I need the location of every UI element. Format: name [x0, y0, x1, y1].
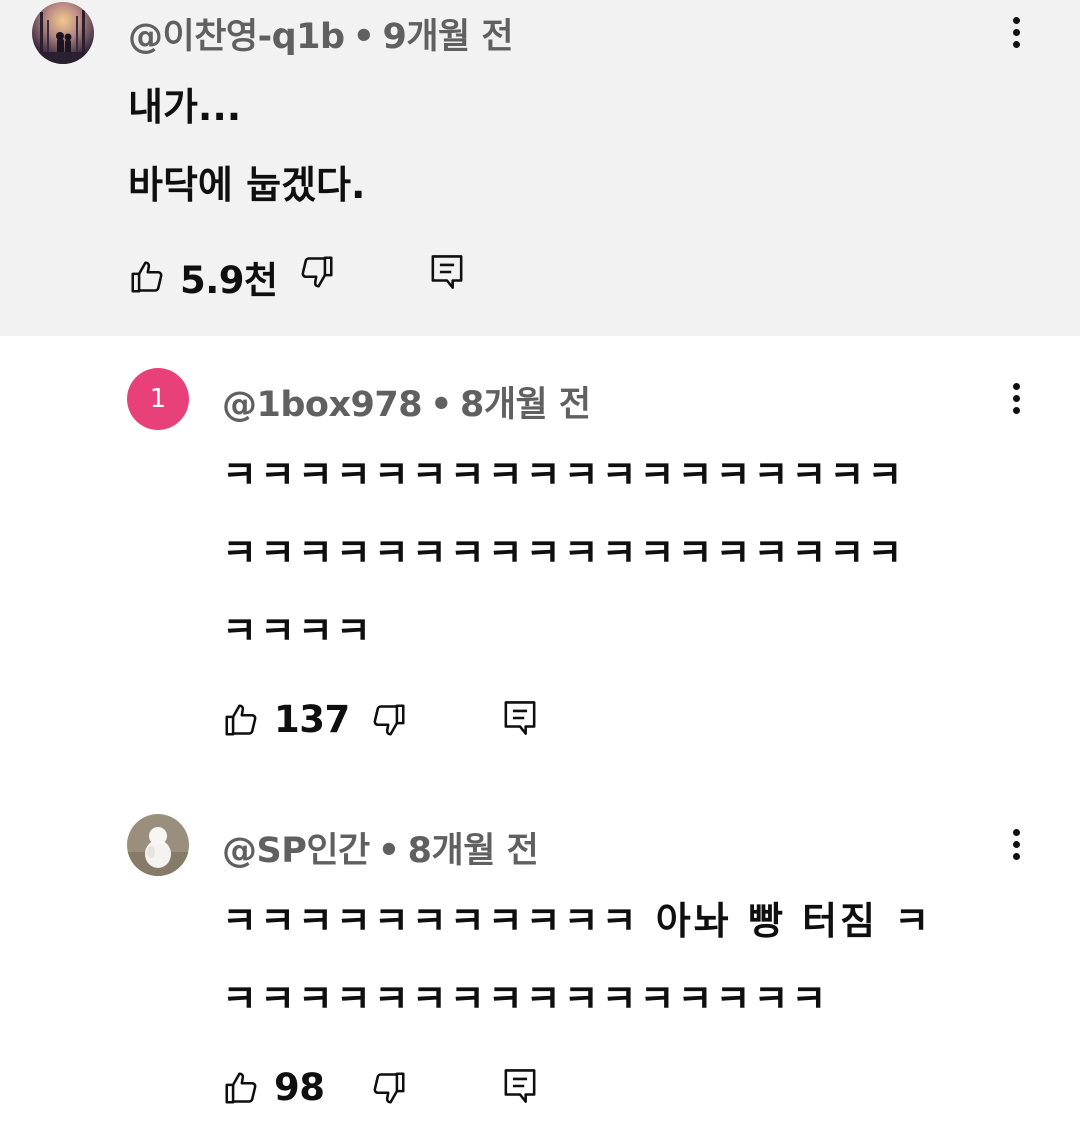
thumbs-down-icon[interactable] [298, 252, 336, 292]
dislike-action [370, 1068, 408, 1108]
like-count: 5.9천 [180, 259, 278, 302]
comment-item: 1 @1box978 • 8개월 전 ㅋㅋㅋㅋㅋㅋㅋㅋㅋㅋㅋㅋㅋㅋㅋㅋㅋㅋ ㅋㅋㅋㅋ… [0, 336, 1080, 756]
comment-text-line: ㅋㅋㅋㅋㅋㅋㅋㅋㅋㅋㅋ 아놔 빵 터짐 ㅋ [222, 899, 933, 943]
dislike-action [370, 700, 408, 740]
avatar[interactable] [127, 814, 189, 876]
comment-text-line: ㅋㅋㅋㅋㅋㅋㅋㅋㅋㅋㅋㅋㅋㅋㅋㅋ [222, 977, 830, 1021]
thumbs-down-icon[interactable] [370, 1068, 408, 1108]
like-action: 98 [222, 1066, 325, 1109]
comment-text-line: ㅋㅋㅋㅋㅋㅋㅋㅋㅋㅋㅋㅋㅋㅋㅋㅋㅋㅋ [222, 453, 906, 497]
comment-time: 8개월 전 [459, 385, 591, 425]
thumbs-up-icon[interactable] [222, 700, 260, 740]
comment-text-line: ㅋㅋㅋㅋ [222, 609, 374, 653]
more-vertical-icon[interactable] [996, 814, 1036, 874]
like-action: 5.9천 [128, 250, 278, 304]
comment-author[interactable]: @이찬영-q1b [128, 17, 345, 57]
comment-meta: @이찬영-q1b • 9개월 전 [128, 8, 514, 59]
reply-action [430, 252, 464, 292]
avatar[interactable] [32, 2, 94, 64]
reply-icon[interactable] [503, 698, 537, 738]
like-action: 137 [222, 698, 350, 741]
comment-time: 9개월 전 [382, 17, 514, 57]
reply-icon[interactable] [503, 1066, 537, 1106]
comment-meta: @SP인간 • 8개월 전 [222, 822, 539, 873]
meta-separator: • [352, 17, 375, 57]
comment-item: @SP인간 • 8개월 전 ㅋㅋㅋㅋㅋㅋㅋㅋㅋㅋㅋ 아놔 빵 터짐 ㅋ ㅋㅋㅋㅋㅋㅋ… [0, 782, 1080, 1144]
reply-action [503, 1066, 537, 1106]
reply-action [503, 698, 537, 738]
reply-icon[interactable] [430, 252, 464, 292]
thumbs-up-icon[interactable] [128, 257, 166, 297]
avatar[interactable]: 1 [127, 368, 189, 430]
comment-text-line: 내가... [128, 85, 242, 129]
meta-separator: • [377, 831, 400, 871]
like-count: 98 [274, 1066, 325, 1109]
more-vertical-icon[interactable] [996, 2, 1036, 62]
comment-text-line: 바닥에 눕겠다. [128, 163, 366, 207]
avatar-letter: 1 [149, 384, 167, 414]
thumbs-down-icon[interactable] [370, 700, 408, 740]
comment-author[interactable]: @1box978 [222, 385, 423, 425]
comment-author[interactable]: @SP인간 [222, 831, 370, 871]
comment-time: 8개월 전 [407, 831, 539, 871]
meta-separator: • [430, 385, 452, 425]
like-count: 137 [274, 698, 350, 741]
comment-item: @이찬영-q1b • 9개월 전 내가... 바닥에 눕겠다. 5.9천 [0, 0, 1080, 336]
more-vertical-icon[interactable] [996, 368, 1036, 428]
comment-meta: @1box978 • 8개월 전 [222, 376, 591, 427]
thumbs-up-icon[interactable] [222, 1068, 260, 1108]
comment-text-line: ㅋㅋㅋㅋㅋㅋㅋㅋㅋㅋㅋㅋㅋㅋㅋㅋㅋㅋ [222, 531, 906, 575]
dislike-action [298, 252, 336, 292]
